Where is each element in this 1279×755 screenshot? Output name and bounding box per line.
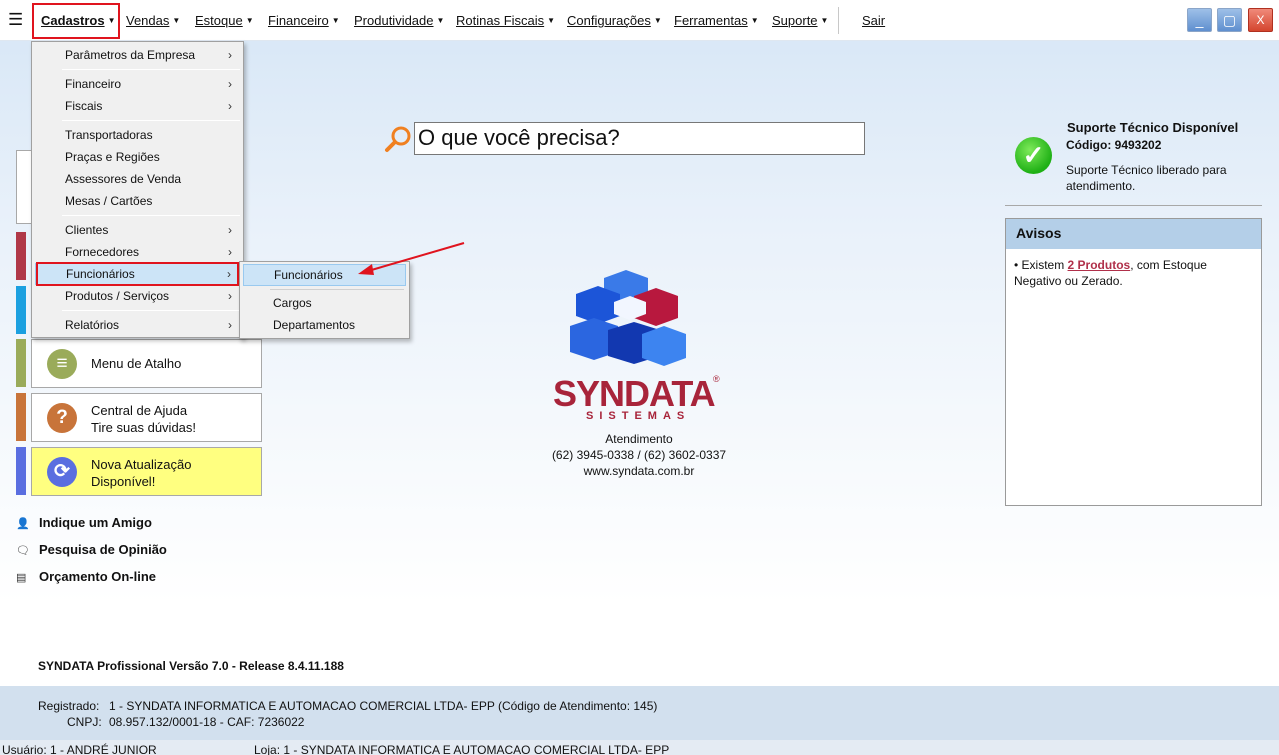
- question-icon: ?: [47, 403, 77, 433]
- dd-parametros-empresa[interactable]: Parâmetros da Empresa ›: [35, 44, 240, 66]
- nova-atualizacao-card[interactable]: ⟳ Nova Atualização Disponível!: [31, 447, 262, 496]
- side-strip-red: [16, 232, 26, 280]
- menu-atalho-label: Menu de Atalho: [91, 356, 182, 371]
- orcamento-online-link[interactable]: ▤ Orçamento On-line: [16, 569, 156, 584]
- logo-registered-mark: ®: [713, 374, 720, 384]
- footer-cnpj-value: 08.957.132/0001-18 - CAF: 7236022: [109, 715, 305, 729]
- checkmark-icon: ✓: [1015, 137, 1052, 174]
- sub-departamentos[interactable]: Departamentos: [243, 314, 406, 336]
- highlight-box-funcionarios: [36, 262, 239, 286]
- side-strip-orange: [16, 393, 26, 441]
- footer-registrado-value: 1 - SYNDATA INFORMATICA E AUTOMACAO COME…: [109, 699, 658, 713]
- menu-configuracoes[interactable]: Configurações ▼: [567, 13, 662, 28]
- avisos-panel: Avisos • Existem 2 Produtos, com Estoque…: [1005, 218, 1262, 506]
- minimize-button[interactable]: _: [1187, 8, 1212, 32]
- chevron-right-icon: ›: [228, 289, 232, 303]
- support-code: Código: 9493202: [1066, 138, 1162, 152]
- indique-amigo-link[interactable]: 👤 Indique um Amigo: [16, 515, 152, 530]
- sub-separator: [270, 289, 404, 290]
- list-icon: ≡: [47, 349, 77, 379]
- maximize-button[interactable]: ▢: [1217, 8, 1242, 32]
- chevron-right-icon: ›: [228, 48, 232, 62]
- dd-separator: [62, 69, 240, 70]
- dd-fiscais[interactable]: Fiscais ›: [35, 95, 240, 117]
- support-description: Suporte Técnico liberado para atendiment…: [1066, 163, 1227, 193]
- chevron-right-icon: ›: [228, 223, 232, 237]
- avisos-header: Avisos: [1006, 219, 1261, 249]
- menu-rotinas-fiscais[interactable]: Rotinas Fiscais ▼: [456, 13, 555, 28]
- chevron-right-icon: ›: [228, 77, 232, 91]
- dd-produtos-servicos[interactable]: Produtos / Serviços ›: [35, 285, 240, 307]
- status-usuario: Usuário: 1 - ANDRÉ JUNIOR: [2, 743, 157, 755]
- menu-sair[interactable]: Sair: [862, 13, 885, 28]
- dd-mesas-cartoes[interactable]: Mesas / Cartões: [35, 190, 240, 212]
- nova-atualizacao-label: Nova Atualização Disponível!: [91, 457, 192, 489]
- chevron-right-icon: ›: [228, 245, 232, 259]
- close-button[interactable]: X: [1248, 8, 1273, 32]
- dd-separator: [62, 215, 240, 216]
- central-ajuda-label: Central de Ajuda Tire suas dúvidas!: [91, 403, 197, 435]
- menu-estoque[interactable]: Estoque ▼: [195, 13, 254, 28]
- cadastros-dropdown: Parâmetros da Empresa › Financeiro › Fisca…: [31, 41, 244, 338]
- menu-bar: ☰ Cadastros ▼ Vendas ▼ Estoque ▼ Financeiro…: [0, 0, 1279, 41]
- refresh-icon: ⟳: [47, 457, 77, 487]
- footer-panel: Registrado: 1 - SYNDATA INFORMATICA E AU…: [0, 686, 1279, 740]
- hidden-card-edge: [16, 150, 31, 224]
- menu-vendas[interactable]: Vendas ▼: [126, 13, 180, 28]
- dd-relatorios[interactable]: Relatórios ›: [35, 314, 240, 336]
- chevron-right-icon: ›: [228, 318, 232, 332]
- menu-financeiro[interactable]: Financeiro ▼: [268, 13, 340, 28]
- avisos-body: • Existem 2 Produtos, com Estoque Negati…: [1014, 258, 1207, 288]
- dd-pracas-regioes[interactable]: Praças e Regiões: [35, 146, 240, 168]
- footer-registrado-label: Registrado:: [38, 699, 100, 713]
- document-icon: ▤: [16, 572, 27, 584]
- version-label: SYNDATA Profissional Versão 7.0 - Releas…: [38, 659, 344, 673]
- side-strip-indigo: [16, 447, 26, 495]
- dd-financeiro[interactable]: Financeiro ›: [35, 73, 240, 95]
- side-strip-blue: [16, 286, 26, 334]
- menu-ferramentas[interactable]: Ferramentas ▼: [674, 13, 759, 28]
- menu-suporte[interactable]: Suporte ▼: [772, 13, 828, 28]
- sub-cargos[interactable]: Cargos: [243, 292, 406, 314]
- dd-assessores-venda[interactable]: Assessores de Venda: [35, 168, 240, 190]
- chevron-right-icon: ›: [228, 99, 232, 113]
- search-icon: [385, 126, 411, 152]
- search-input[interactable]: O que você precisa?: [414, 122, 865, 155]
- person-icon: 👤: [16, 518, 30, 530]
- dd-separator: [62, 120, 240, 121]
- logo-brand-text: SYNDATA: [553, 373, 716, 414]
- comment-icon: 🗨: [16, 545, 30, 557]
- footer-cnpj-label: CNPJ:: [67, 715, 102, 729]
- support-divider: [1005, 205, 1262, 206]
- menu-separator: [838, 7, 839, 34]
- dd-fornecedores[interactable]: Fornecedores ›: [35, 241, 240, 263]
- contact-phones: (62) 3945-0338 / (62) 3602-0337: [551, 448, 727, 462]
- contact-title: Atendimento: [605, 432, 673, 446]
- logo-subtitle: SISTEMAS: [586, 410, 691, 422]
- menu-produtividade[interactable]: Produtividade ▼: [354, 13, 444, 28]
- menu-atalho-card[interactable]: ≡ Menu de Atalho: [31, 339, 262, 388]
- hamburger-menu-icon[interactable]: ☰: [8, 11, 23, 28]
- status-bar: Usuário: 1 - ANDRÉ JUNIOR Loja: 1 - SYND…: [0, 740, 1279, 755]
- contact-site[interactable]: www.syndata.com.br: [529, 464, 749, 478]
- avisos-produtos-link[interactable]: 2 Produtos: [1068, 258, 1131, 272]
- dd-transportadoras[interactable]: Transportadoras: [35, 124, 240, 146]
- side-strip-green: [16, 339, 26, 387]
- central-ajuda-card[interactable]: ? Central de Ajuda Tire suas dúvidas!: [31, 393, 262, 442]
- dd-clientes[interactable]: Clientes ›: [35, 219, 240, 241]
- status-loja: Loja: 1 - SYNDATA INFORMATICA E AUTOMACA…: [254, 743, 670, 755]
- dd-separator: [62, 310, 240, 311]
- annotation-arrow-icon: [358, 242, 465, 275]
- support-title: Suporte Técnico Disponível: [1067, 120, 1239, 135]
- highlight-box-cadastros: [32, 3, 120, 39]
- pesquisa-opiniao-link[interactable]: 🗨 Pesquisa de Opinião: [16, 542, 167, 557]
